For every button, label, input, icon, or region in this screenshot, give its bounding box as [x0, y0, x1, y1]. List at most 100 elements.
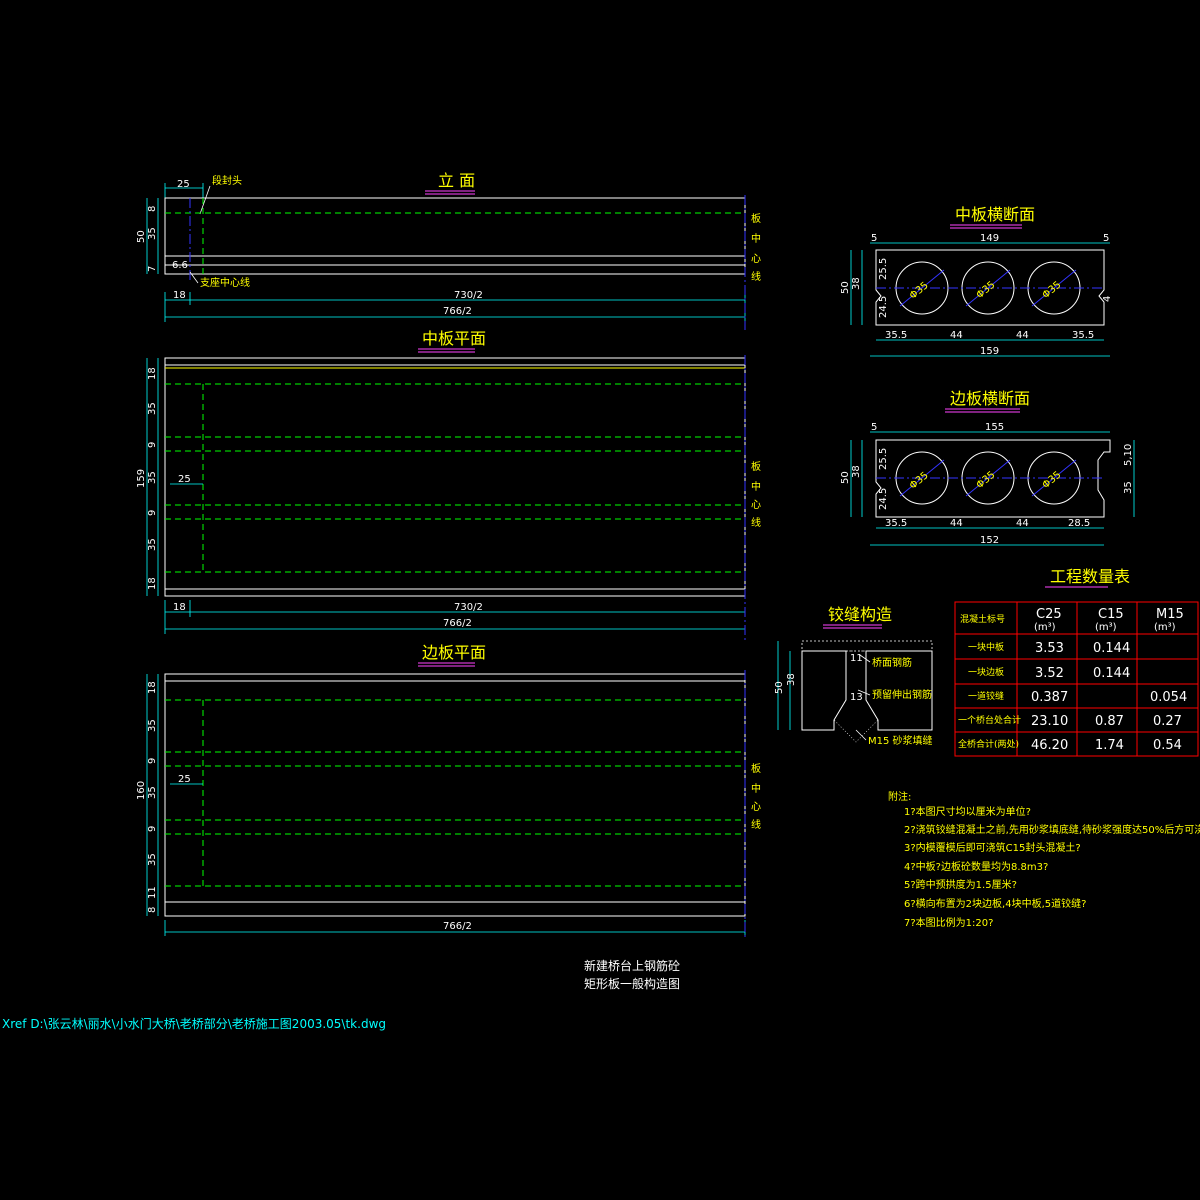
- elev-dim-50: 50: [136, 230, 147, 243]
- edge-sec-dim-355: 35.5: [885, 518, 907, 529]
- note-7: 7?本图比例为1:20?: [904, 916, 993, 929]
- table-unit-c25: (m³): [1034, 622, 1056, 633]
- table-row-5-m15: 0.54: [1153, 738, 1182, 753]
- mid-sec-dim-255: 25.5: [878, 258, 889, 280]
- elev-cl-2: 中: [751, 232, 761, 245]
- elev-dim-730: 730/2: [454, 290, 483, 301]
- table-row-2-c25: 3.52: [1035, 666, 1064, 681]
- mid-plan-dim-18a: 18: [147, 367, 158, 380]
- mid-plan-dim-159: 159: [136, 469, 147, 488]
- table-unit-c15: (m³): [1095, 622, 1117, 633]
- mid-plan-dim-18b: 18: [147, 577, 158, 590]
- mid-sec-dim-149: 149: [980, 233, 999, 244]
- edge-sec-dim-50: 50: [840, 471, 851, 484]
- edge-plan-dim-18a: 18: [147, 681, 158, 694]
- mid-plan-dim-35c: 35: [147, 538, 158, 551]
- edge-sec-dim-44a: 44: [950, 518, 963, 529]
- cad-drawing-canvas: 立 面 25 段封头 8 35 50 7 6.6 支座中心线 18 730/2: [0, 0, 1200, 1200]
- mid-sec-dim-5a: 5: [871, 233, 877, 244]
- mid-sec-dim-159: 159: [980, 346, 999, 357]
- table-row-4-c15: 0.87: [1095, 714, 1124, 729]
- edge-sec-dim-152: 152: [980, 535, 999, 546]
- edge-plan-cl-3: 心: [751, 801, 761, 813]
- table-title: 工程数量表: [1050, 567, 1130, 586]
- edge-sec-dim-285: 28.5: [1068, 518, 1090, 529]
- note-1: 1?本图尺寸均以厘米为单位?: [904, 805, 1031, 818]
- table-row-3-label: 一道铰缝: [968, 690, 1004, 702]
- elev-label-support: 支座中心线: [200, 276, 250, 289]
- hinge-title: 铰缝构造: [828, 605, 892, 624]
- drawing-title-line-2: 矩形板一般构造图: [584, 976, 680, 991]
- table-row-3-c25: 0.387: [1031, 690, 1068, 705]
- table-row-1-c15: 0.144: [1093, 641, 1130, 656]
- edge-section-title: 边板横断面: [950, 389, 1030, 408]
- edge-plan-dim-160: 160: [136, 781, 147, 800]
- mid-plan-cl-3: 心: [751, 499, 761, 511]
- elev-label-seal: 段封头: [212, 174, 242, 187]
- table-row-1-c25: 3.53: [1035, 641, 1064, 656]
- edge-sec-dim-155: 155: [985, 422, 1004, 433]
- edge-plan-dim-25: 25: [178, 774, 191, 785]
- mid-plan-dim-25: 25: [178, 474, 191, 485]
- elev-dim-8: 8: [147, 206, 158, 212]
- table-row-2-label: 一块边板: [968, 666, 1004, 678]
- edge-plan-dim-766: 766/2: [443, 921, 472, 932]
- note-4: 4?中板?边板砼数量均为8.8m3?: [904, 860, 1048, 873]
- table-row-5-label: 全桥合计(两处): [958, 738, 1019, 750]
- mid-plan-cl-2: 中: [751, 480, 761, 493]
- table-header-c25: C25: [1036, 607, 1062, 622]
- hinge-dim-50: 50: [774, 681, 785, 694]
- table-row-5-c25: 46.20: [1031, 738, 1068, 753]
- hinge-dim-38: 38: [786, 673, 797, 686]
- elev-cl-4: 线: [751, 270, 761, 283]
- table-row-4-c25: 23.10: [1031, 714, 1068, 729]
- xref-path: Xref D:\张云林\丽水\小水门大桥\老桥部分\老桥施工图2003.05\t…: [2, 1016, 386, 1031]
- mid-sec-dim-44b: 44: [1016, 330, 1029, 341]
- edge-plan-cl-4: 线: [751, 818, 761, 831]
- table-row-5-c15: 1.74: [1095, 738, 1124, 753]
- hinge-dim-13: 13: [850, 692, 863, 703]
- mid-sec-dim-4: 4: [1102, 296, 1113, 302]
- hinge-label-reserved: 预留伸出钢筋: [872, 688, 932, 701]
- edge-plan-cl-1: 板: [751, 762, 761, 775]
- table-row-1-label: 一块中板: [968, 641, 1004, 653]
- edge-plan-title: 边板平面: [422, 643, 486, 662]
- notes-heading: 附注:: [888, 790, 911, 803]
- elev-dim-35: 35: [147, 227, 158, 240]
- edge-sec-dim-5: 5: [871, 422, 877, 433]
- elevation-title: 立 面: [438, 171, 475, 190]
- elev-dim-7: 7: [147, 266, 158, 272]
- edge-sec-dim-38: 38: [851, 465, 862, 478]
- mid-plan-cl-1: 板: [751, 460, 761, 473]
- note-2: 2?浇筑铰缝混凝土之前,先用砂浆填底缝,待砂浆强度达50%后方可浇筑铰缝?: [904, 823, 1200, 836]
- mid-sec-dim-50: 50: [840, 281, 851, 294]
- edge-plan-dim-35a: 35: [147, 719, 158, 732]
- elev-cl-3: 心: [751, 253, 761, 265]
- hinge-label-mortar: M15 砂浆填缝: [868, 734, 933, 747]
- mid-plan-dim-35a: 35: [147, 402, 158, 415]
- table-unit-m15: (m³): [1154, 622, 1176, 633]
- edge-plan-dim-11: 11: [147, 886, 158, 899]
- edge-plan-cl-2: 中: [751, 782, 761, 795]
- mid-plan-cl-4: 线: [751, 516, 761, 529]
- edge-sec-dim-35: 35: [1123, 481, 1134, 494]
- mid-sec-dim-44a: 44: [950, 330, 963, 341]
- table-header-grade: 混凝土标号: [960, 613, 1005, 625]
- elev-dim-766: 766/2: [443, 306, 472, 317]
- mid-plan-title: 中板平面: [422, 329, 486, 348]
- elev-dim-66: 6.6: [172, 260, 188, 271]
- elev-dim-25: 25: [177, 179, 190, 190]
- edge-sec-dim-44b: 44: [1016, 518, 1029, 529]
- edge-sec-dim-255: 25.5: [878, 448, 889, 470]
- hinge-label-rebar: 桥面钢筋: [872, 656, 912, 669]
- table-row-3-m15: 0.054: [1150, 690, 1187, 705]
- table-header-m15: M15: [1156, 607, 1184, 622]
- mid-plan-dim-9a: 9: [147, 442, 158, 448]
- note-5: 5?跨中预拱度为1.5厘米?: [904, 878, 1017, 891]
- note-3: 3?内模覆模后即可浇筑C15封头混凝土?: [904, 841, 1081, 854]
- mid-section-title: 中板横断面: [955, 205, 1035, 224]
- edge-sec-dim-510: 5,10: [1123, 444, 1134, 466]
- edge-plan-dim-8: 8: [147, 907, 158, 913]
- mid-plan-dim-730: 730/2: [454, 602, 483, 613]
- mid-sec-dim-355b: 35.5: [1072, 330, 1094, 341]
